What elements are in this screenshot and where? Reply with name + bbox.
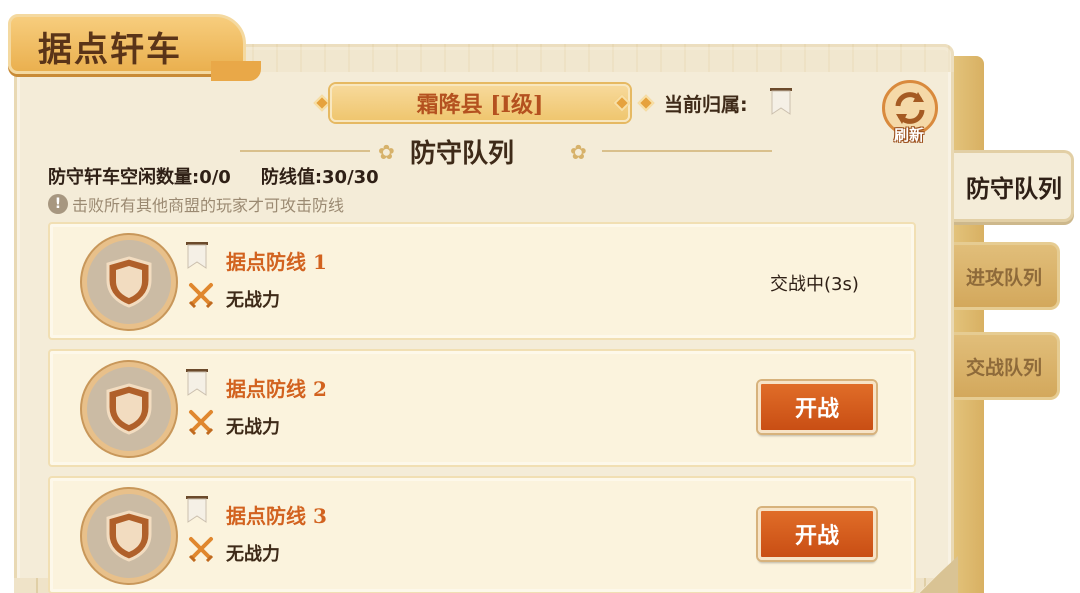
hint-line: ! 击败所有其他商盟的玩家才可攻击防线	[48, 192, 344, 216]
refresh-label: 刷新	[894, 126, 925, 144]
stats-line: 防守轩车空闲数量:0/0 防线值:30/30	[48, 163, 409, 189]
shield-badge	[82, 362, 176, 456]
section-title: 防守队列	[410, 139, 515, 169]
row-power: 无战力	[226, 290, 280, 311]
flower-icon: ✿	[378, 140, 395, 164]
tab-battle-queue[interactable]: 交战队列	[954, 332, 1060, 400]
crossed-swords-icon	[188, 283, 214, 308]
owner-pennant-icon	[770, 88, 792, 115]
tab-attack-queue[interactable]: 进攻队列	[954, 242, 1060, 310]
tab-defense-queue[interactable]: 防守队列	[954, 150, 1074, 222]
row-power: 无战力	[226, 417, 280, 438]
divider	[602, 150, 772, 152]
idle-count: 防守轩车空闲数量:0/0	[48, 167, 231, 188]
pennant-icon	[186, 496, 208, 523]
page-title: 据点轩车	[38, 30, 182, 70]
county-name: 霜降县 [I级]	[416, 92, 544, 118]
start-battle-button[interactable]: 开战	[758, 381, 876, 433]
refresh-button[interactable]: 刷新	[876, 76, 944, 146]
book-spine	[950, 56, 984, 593]
flower-icon: ✿	[570, 140, 587, 164]
battle-status: 交战中(3s)	[770, 274, 859, 295]
divider	[240, 150, 370, 152]
defense-value: 防线值:30/30	[260, 167, 379, 188]
refresh-icon	[895, 92, 925, 124]
shield-icon	[106, 256, 152, 308]
county-label: 霜降县 [I级]	[330, 84, 630, 122]
start-battle-button[interactable]: 开战	[758, 508, 876, 560]
pennant-icon	[186, 242, 208, 269]
shield-icon	[106, 510, 152, 562]
list-item: 据点防线 2 无战力 开战	[48, 349, 916, 467]
list-item: 据点防线 1 无战力 交战中(3s)	[48, 222, 916, 340]
row-name: 据点防线 3	[226, 504, 327, 528]
row-name: 据点防线 1	[226, 250, 327, 274]
pennant-icon	[186, 369, 208, 396]
row-power: 无战力	[226, 544, 280, 565]
shield-icon	[106, 383, 152, 435]
hint-text: 击败所有其他商盟的玩家才可攻击防线	[72, 196, 345, 215]
list-item: 据点防线 3 无战力 开战	[48, 476, 916, 593]
owner-label: 当前归属:	[664, 94, 748, 116]
crossed-swords-icon	[188, 410, 214, 435]
crossed-swords-icon	[188, 537, 214, 562]
shield-badge	[82, 235, 176, 329]
info-icon: !	[48, 194, 68, 214]
row-name: 据点防线 2	[226, 377, 327, 401]
shield-badge	[82, 489, 176, 583]
